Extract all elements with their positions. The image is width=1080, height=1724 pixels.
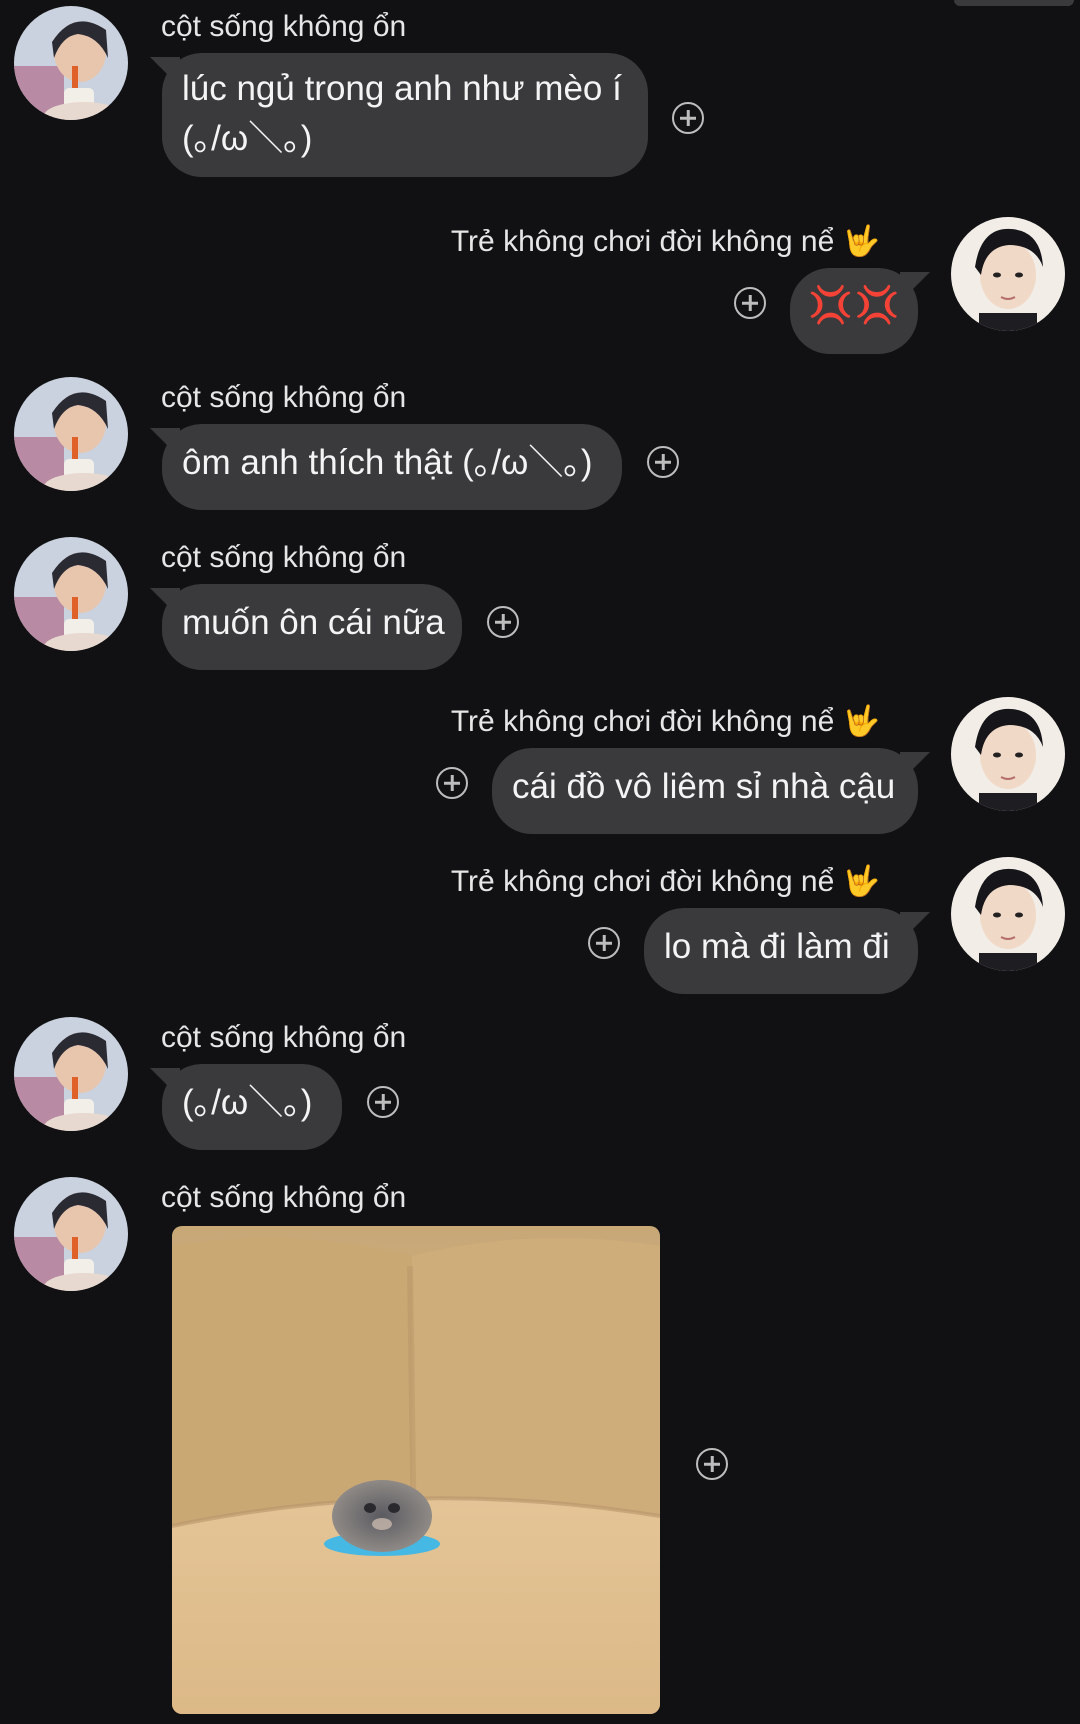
anger-emoji: 💢💢: [808, 284, 902, 325]
message-row: cột sống không ổn lúc ngủ trong anh như …: [0, 5, 1080, 177]
message-bubble[interactable]: cái đồ vô liêm sỉ nhà cậu: [492, 748, 918, 834]
sender-name: Trẻ không chơi đời không nể: [450, 865, 835, 898]
avatar-left-user[interactable]: [14, 377, 128, 491]
message-bubble[interactable]: lo mà đi làm đi: [644, 908, 918, 994]
sender-name: cột sống không ổn: [161, 1181, 407, 1214]
hamster-sofa-image[interactable]: [172, 1226, 660, 1714]
sender-name: cột sống không ổn: [161, 1021, 407, 1054]
sender-name: cột sống không ổn: [161, 10, 407, 43]
add-reaction-icon[interactable]: [436, 767, 468, 799]
message-row: cột sống không ổn (｡/ω＼｡): [0, 1016, 1080, 1150]
message-row: cột sống không ổn ôm anh thích thật (｡/ω…: [0, 376, 1080, 510]
sender-name: cột sống không ổn: [161, 381, 407, 414]
message-bubble[interactable]: ôm anh thích thật (｡/ω＼｡): [162, 424, 622, 510]
sender-name-row: Trẻ không chơi đời không nể 🤟: [451, 700, 880, 744]
avatar-left-user[interactable]: [14, 1177, 128, 1291]
avatar-left-user[interactable]: [14, 537, 128, 651]
sender-name: Trẻ không chơi đời không nể: [450, 225, 835, 258]
message-row: Trẻ không chơi đời không nể 🤟 lo mà đi l…: [0, 857, 1080, 994]
add-reaction-icon[interactable]: [647, 446, 679, 478]
message-row: cột sống không ổn muốn ôn cái nữa: [0, 536, 1080, 670]
sender-name-row: Trẻ không chơi đời không nể 🤟: [451, 220, 880, 264]
add-reaction-icon[interactable]: [367, 1086, 399, 1118]
message-row: Trẻ không chơi đời không nể 🤟 💢💢: [0, 217, 1080, 354]
rock-hand-emoji: 🤟: [842, 705, 880, 738]
message-bubble[interactable]: 💢💢: [790, 268, 918, 354]
add-reaction-icon[interactable]: [696, 1448, 728, 1480]
avatar-right-user[interactable]: [951, 857, 1065, 971]
message-row: cột sống không ổn: [0, 1176, 1080, 1724]
avatar-right-user[interactable]: [951, 697, 1065, 811]
sender-name: cột sống không ổn: [161, 541, 407, 574]
add-reaction-icon[interactable]: [588, 927, 620, 959]
add-reaction-icon[interactable]: [734, 287, 766, 319]
message-bubble[interactable]: (｡/ω＼｡): [162, 1064, 342, 1150]
message-row: Trẻ không chơi đời không nể 🤟 cái đồ vô …: [0, 697, 1080, 834]
sender-name-row: Trẻ không chơi đời không nể 🤟: [451, 860, 880, 904]
rock-hand-emoji: 🤟: [842, 225, 880, 258]
avatar-left-user[interactable]: [14, 1017, 128, 1131]
message-bubble[interactable]: muốn ôn cái nữa: [162, 584, 462, 670]
chat-thread: cột sống không ổn lúc ngủ trong anh như …: [0, 0, 1080, 1724]
message-bubble[interactable]: lúc ngủ trong anh như mèo í (｡/ω＼｡): [162, 53, 648, 177]
add-reaction-icon[interactable]: [487, 606, 519, 638]
avatar-left-user[interactable]: [14, 6, 128, 120]
rock-hand-emoji: 🤟: [842, 865, 880, 898]
sender-name: Trẻ không chơi đời không nể: [450, 705, 835, 738]
add-reaction-icon[interactable]: [672, 102, 704, 134]
avatar-right-user[interactable]: [951, 217, 1065, 331]
